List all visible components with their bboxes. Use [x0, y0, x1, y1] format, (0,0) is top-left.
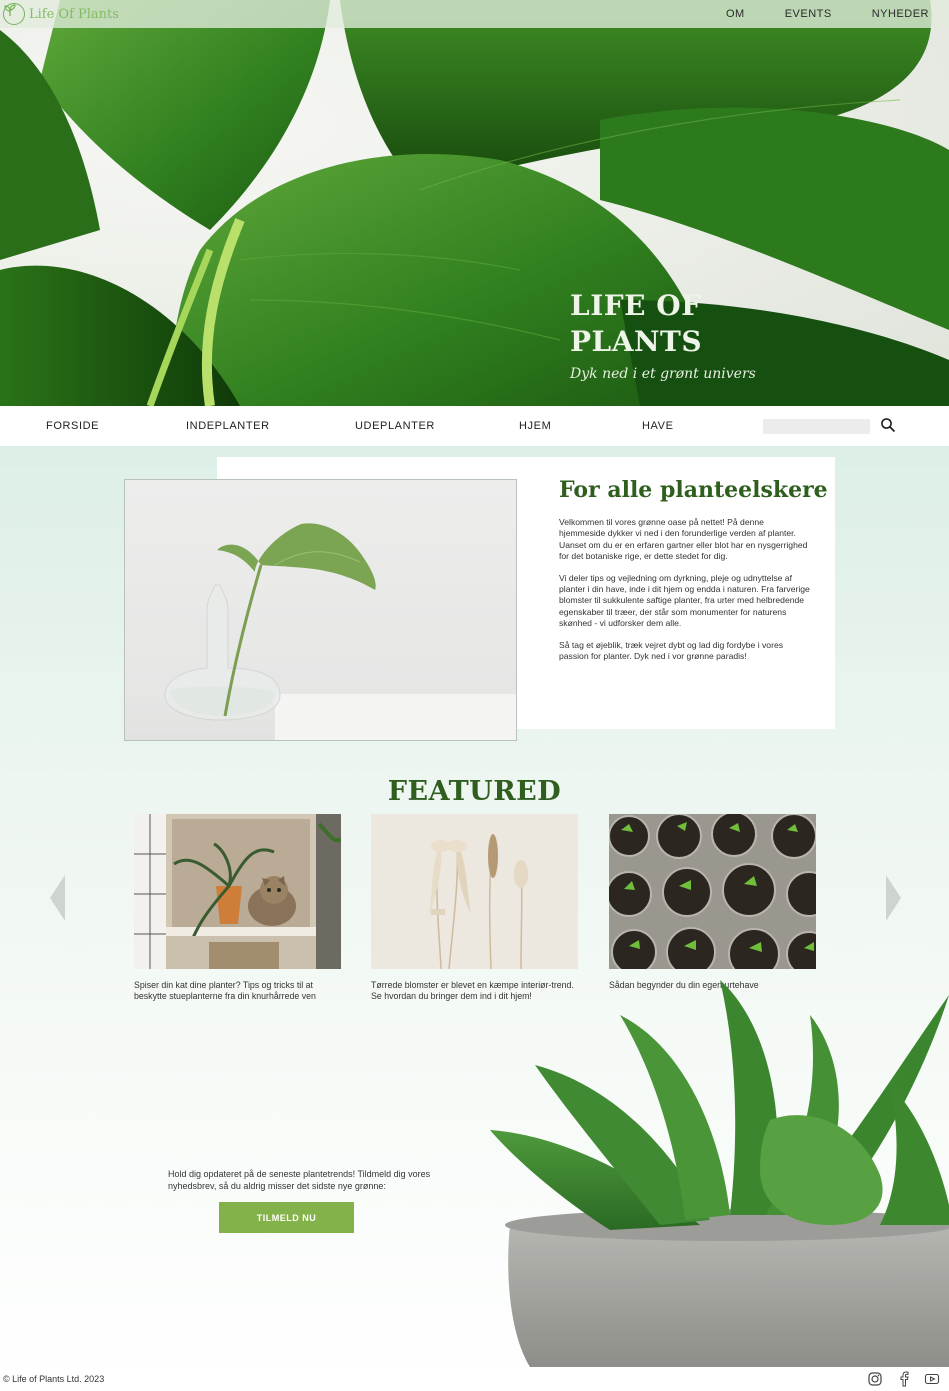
nav-indeplanter[interactable]: INDEPLANTER [186, 420, 270, 432]
monstera-vase-image [124, 479, 517, 741]
brand-logo[interactable]: Life Of Plants [3, 3, 119, 25]
nav-have[interactable]: HAVE [642, 420, 674, 432]
carousel-next-button[interactable] [883, 875, 903, 921]
hero-banner: Life Of Plants OM EVENTS NYHEDER LIFE OF… [0, 0, 949, 406]
hero-subtitle: Dyk ned i et grønt univers [570, 366, 756, 382]
intro-paragraph: Så tag et øjeblik, træk vejret dybt og l… [559, 639, 784, 662]
top-nav-nyheder[interactable]: NYHEDER [872, 8, 929, 20]
newsletter-text: Hold dig opdateret på de seneste plantet… [168, 1169, 431, 1191]
featured-heading: FEATURED [387, 776, 562, 807]
search-icon [881, 417, 896, 432]
nav-forside[interactable]: FORSIDE [46, 420, 99, 432]
top-nav: OM EVENTS NYHEDER [726, 8, 929, 20]
nav-hjem[interactable]: HJEM [519, 420, 551, 432]
facebook-icon[interactable] [896, 1371, 912, 1387]
intro-paragraph: Velkommen til vores grønne oase på nette… [559, 517, 808, 562]
footer: © Life of Plants Ltd. 2023 [0, 1367, 949, 1391]
monstera-leaves-image [0, 0, 949, 406]
instagram-icon[interactable] [867, 1371, 883, 1387]
top-nav-om[interactable]: OM [726, 8, 745, 20]
carousel-prev-button[interactable] [48, 875, 68, 921]
cat-with-plants-image [134, 814, 341, 969]
search-button[interactable] [878, 416, 898, 436]
chevron-left-icon [50, 875, 65, 921]
intro-text: Velkommen til vores grønne oase på nette… [559, 517, 811, 672]
chevron-right-icon [886, 875, 901, 921]
dried-flowers-image [371, 814, 578, 969]
intro-heading: For alle planteelskere [559, 477, 828, 503]
featured-card[interactable]: Spiser din kat dine planter? Tips og tri… [134, 814, 341, 1003]
subscribe-button[interactable]: TILMELD NU [219, 1202, 354, 1233]
youtube-icon[interactable] [924, 1371, 940, 1387]
featured-caption: Spiser din kat dine planter? Tips og tri… [134, 980, 316, 1002]
featured-card[interactable]: Sådan begynder du din egen urtehave [609, 814, 816, 991]
brand-name: Life Of Plants [29, 6, 119, 22]
seedlings-image [609, 814, 816, 969]
copyright-text: © Life of Plants Ltd. 2023 [3, 1374, 105, 1384]
succulent-image [470, 975, 949, 1372]
sprout-icon [3, 3, 25, 25]
intro-paragraph: Vi deler tips og vejledning om dyrkning,… [559, 572, 810, 629]
hero-title: LIFE OF PLANTS [570, 289, 703, 358]
nav-udeplanter[interactable]: UDEPLANTER [355, 420, 435, 432]
top-nav-events[interactable]: EVENTS [785, 8, 832, 20]
search-input[interactable] [763, 419, 870, 434]
